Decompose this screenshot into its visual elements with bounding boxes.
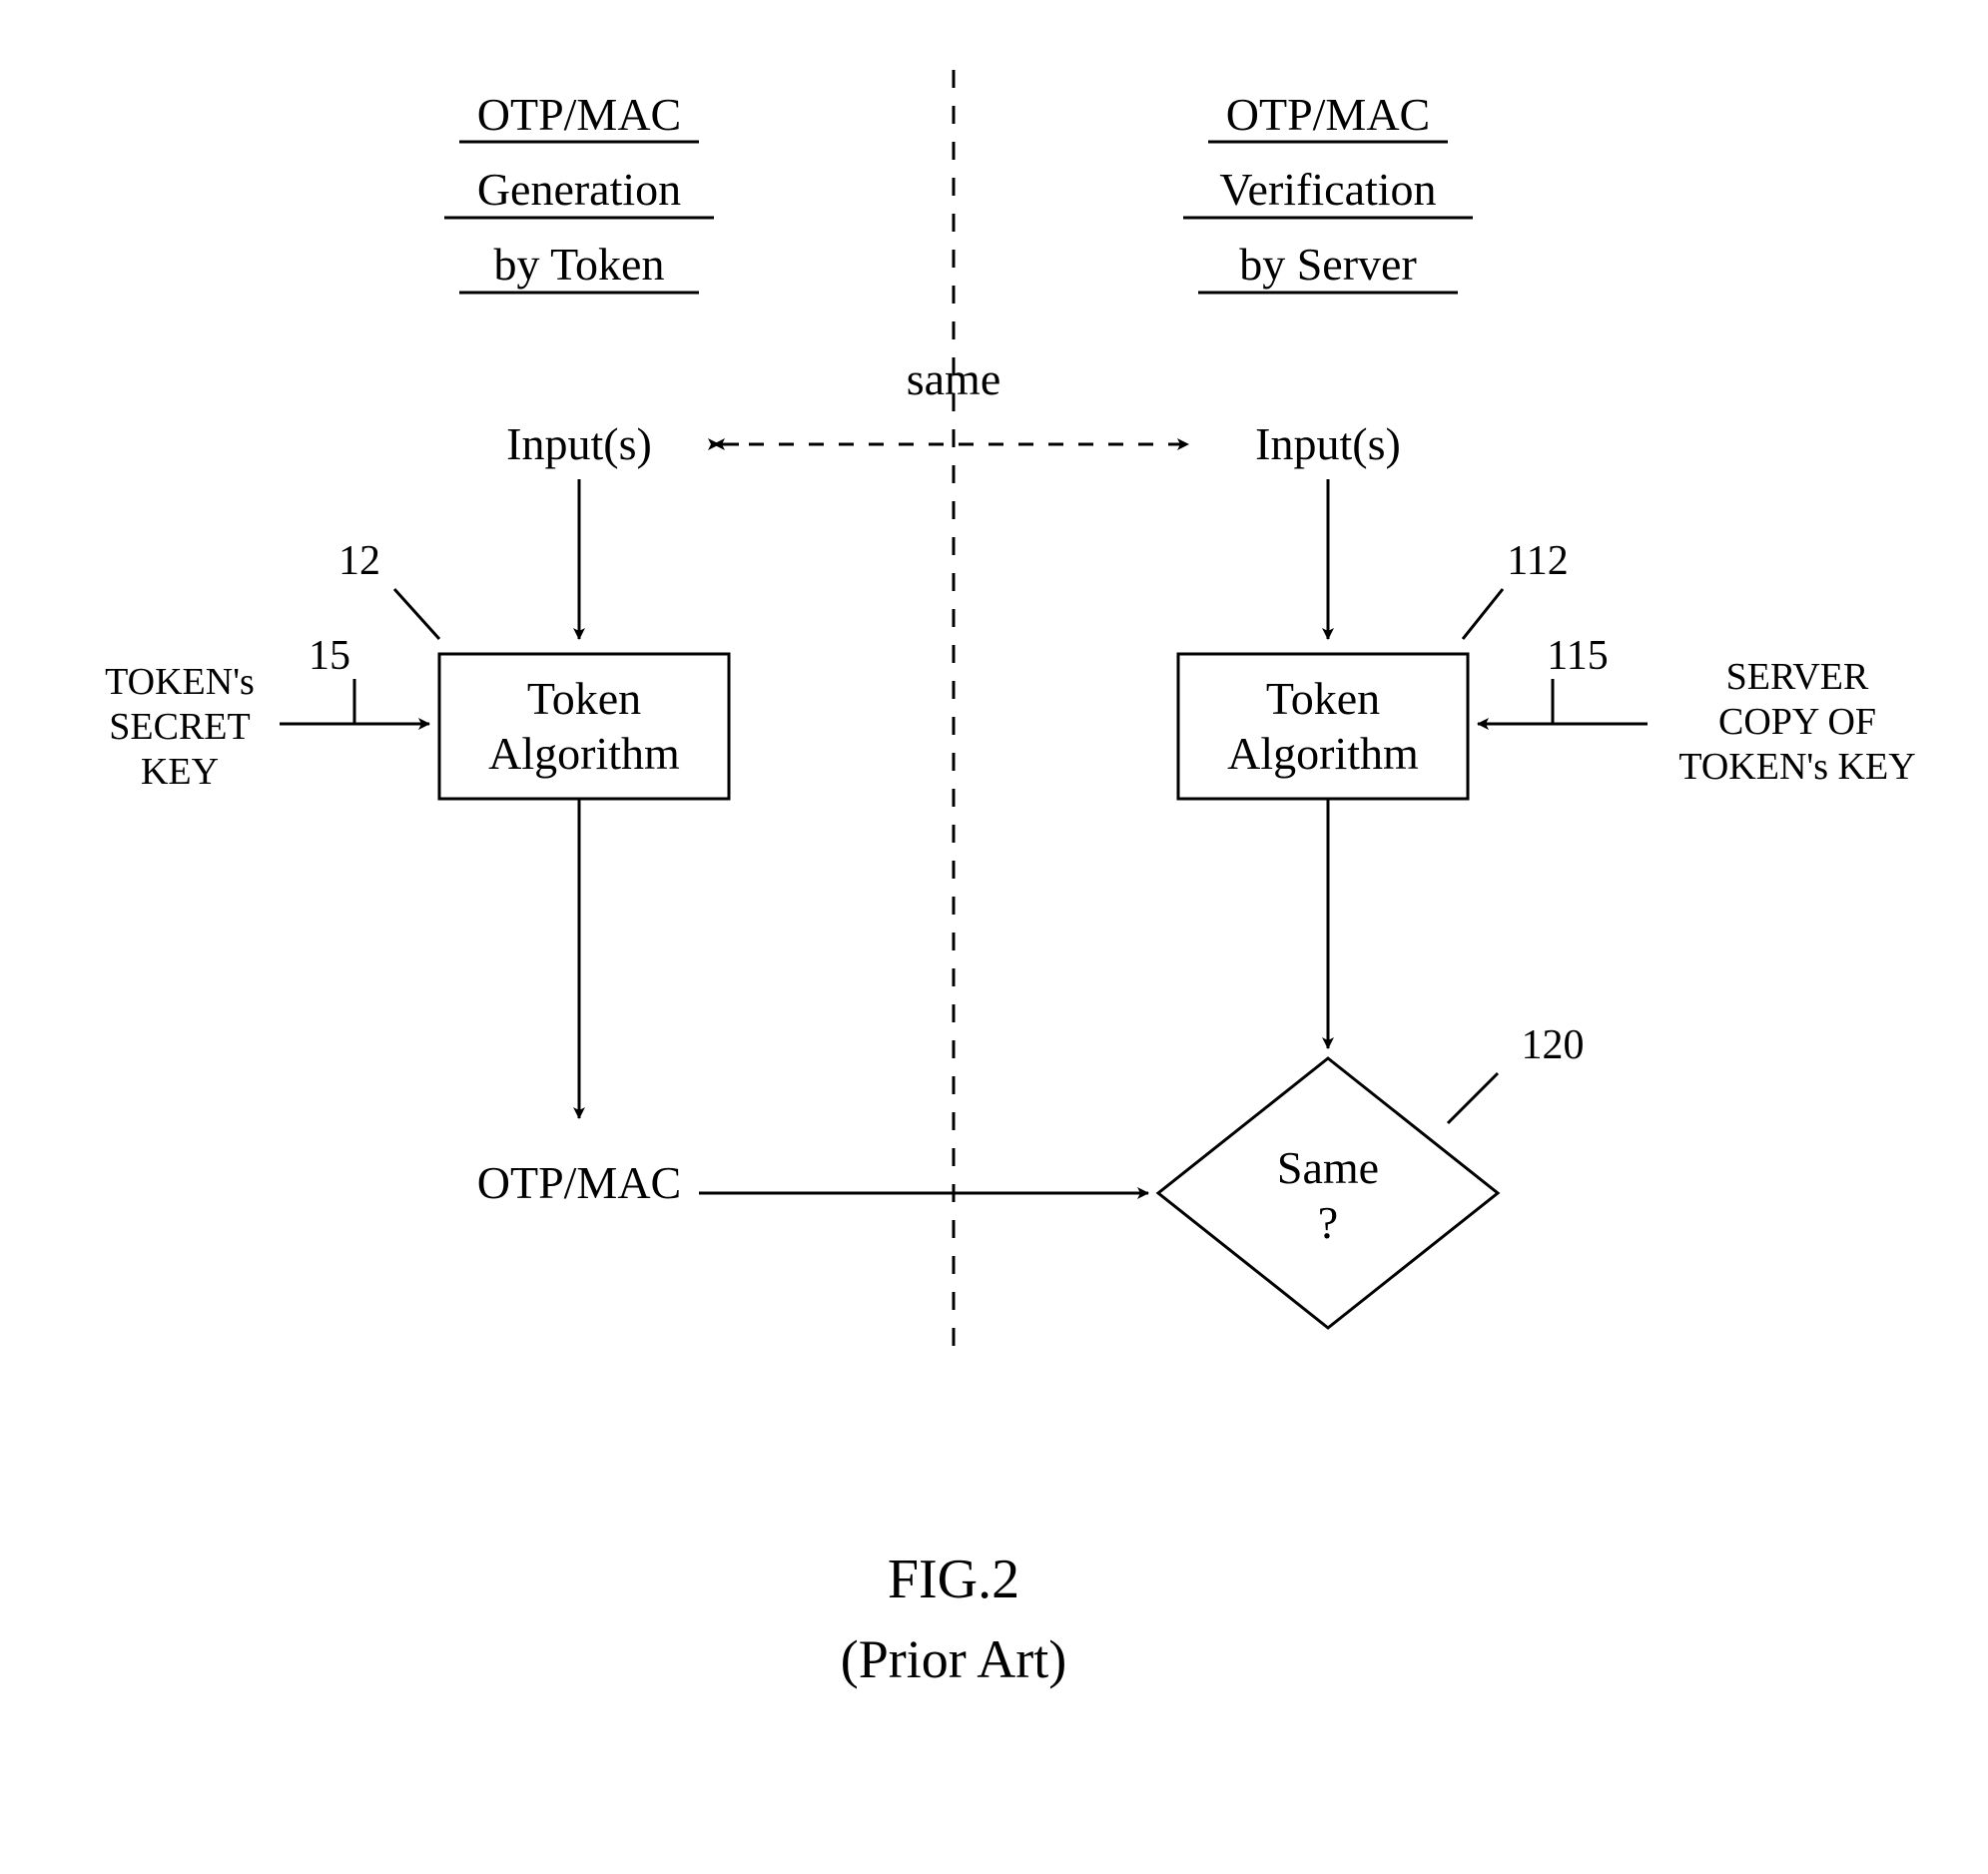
right-side: OTP/MAC Verification by Server Input(s) … [1158,89,1916,1328]
right-key-2: COPY OF [1718,701,1876,743]
decision-diamond [1158,1058,1498,1328]
right-algo-1: Token [1266,673,1380,724]
diagram-root: OTP/MAC Generation by Token Input(s) 12 … [0,0,1988,1874]
ref-112: 112 [1507,538,1568,584]
left-algo-2: Algorithm [488,728,680,779]
left-key-3: KEY [141,751,219,793]
right-inputs-label: Input(s) [1255,418,1401,469]
right-key-3: TOKEN's KEY [1678,746,1915,788]
left-key-1: TOKEN's [105,661,255,703]
same-label: same [907,353,1001,404]
ref-120: 120 [1522,1022,1585,1068]
right-key-1: SERVER [1726,656,1869,698]
center-group: same [714,353,1188,444]
left-title-3: by Token [494,239,665,290]
figure-caption: FIG.2 [888,1549,1019,1610]
ref-15: 15 [309,633,350,679]
decision-1: Same [1277,1142,1379,1193]
right-title-2: Verification [1219,164,1436,215]
left-side: OTP/MAC Generation by Token Input(s) 12 … [105,89,729,1208]
right-title-1: OTP/MAC [1226,89,1430,140]
ref-115: 115 [1547,633,1608,679]
left-inputs-label: Input(s) [506,418,652,469]
left-title-2: Generation [477,164,681,215]
figure-sub: (Prior Art) [841,1629,1066,1689]
ref-12: 12 [338,538,380,584]
left-title-1: OTP/MAC [477,89,681,140]
right-title-3: by Server [1239,239,1417,290]
decision-2: ? [1318,1197,1338,1248]
right-algo-2: Algorithm [1227,728,1419,779]
left-key-2: SECRET [109,706,250,748]
left-algo-1: Token [527,673,641,724]
otp-mac-label: OTP/MAC [477,1157,681,1208]
